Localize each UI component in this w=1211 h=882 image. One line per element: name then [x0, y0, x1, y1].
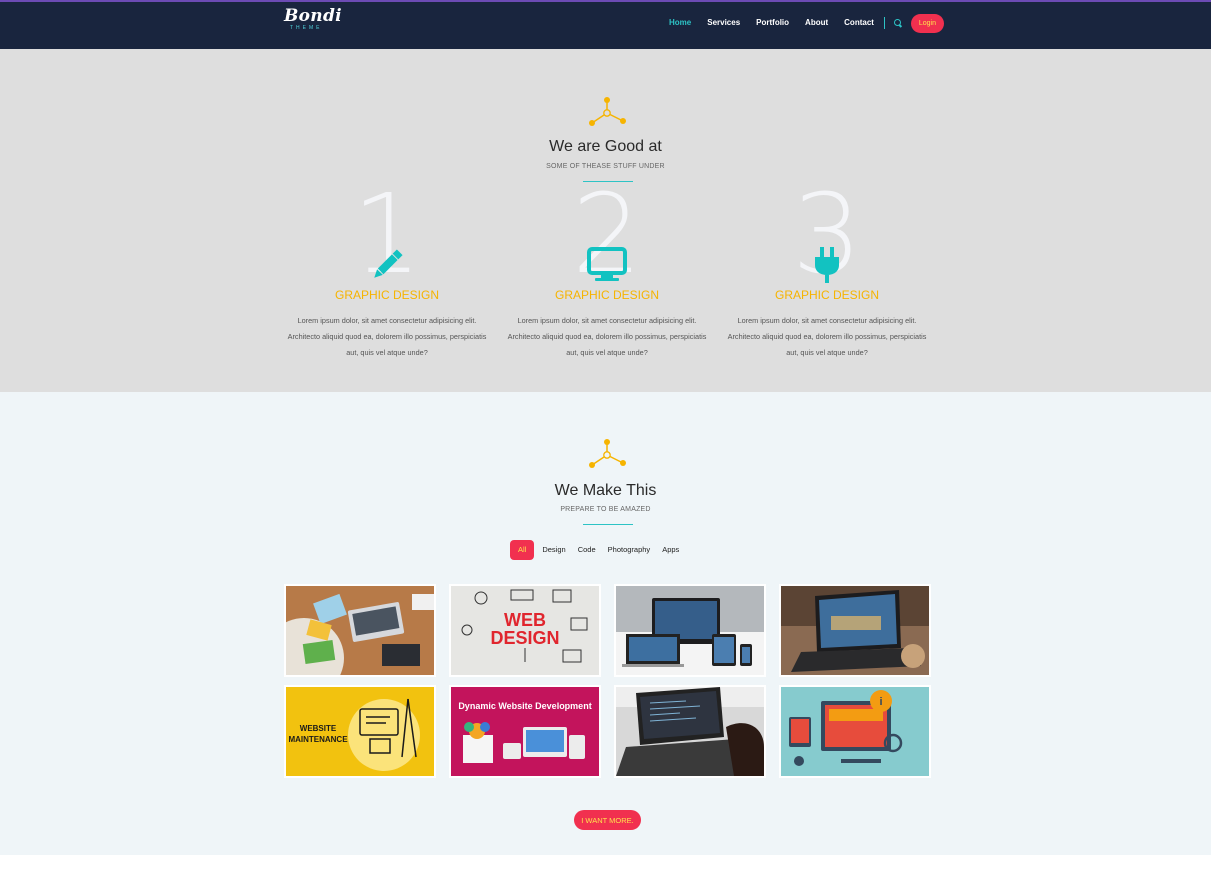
services-title: We are Good at — [549, 138, 662, 155]
monitor-icon — [587, 247, 627, 281]
portfolio-tile[interactable] — [284, 584, 436, 677]
web-design-image: WEB DESIGN — [451, 586, 599, 675]
dynamic-website-image: Dynamic Website Development — [451, 687, 599, 776]
portfolio-tile[interactable]: WEB DESIGN — [449, 584, 601, 677]
search-icon[interactable] — [893, 18, 903, 28]
portfolio-tile[interactable]: Dynamic Website Development — [449, 685, 601, 778]
service-title: GRAPHIC DESIGN — [774, 288, 879, 302]
portfolio-tile[interactable]: i — [779, 685, 931, 778]
nav-item-portfolio[interactable]: Portfolio — [756, 16, 789, 30]
services-subtitle: SOME OF THEASE STUFF UNDER — [546, 163, 665, 170]
service-description: Lorem ipsum dolor, sit amet consectetur … — [287, 316, 487, 357]
filter-all[interactable]: All — [510, 540, 535, 560]
nav-item-about[interactable]: About — [805, 16, 828, 30]
portfolio-tile[interactable] — [779, 584, 931, 677]
title-underline — [583, 524, 633, 525]
service-title: GRAPHIC DESIGN — [554, 288, 659, 302]
portfolio-tile[interactable]: WEBSITE MAINTENANCE — [284, 685, 436, 778]
top-navbar: Bondi THEME Home Services Portfolio Abou… — [0, 0, 1211, 49]
service-description: Lorem ipsum dolor, sit amet consectetur … — [727, 316, 927, 357]
pencil-icon — [374, 249, 403, 278]
coding-laptop-image — [616, 687, 764, 776]
svg-text:WEBSITE: WEBSITE — [300, 724, 337, 733]
portfolio-filters: All Design Code Photography Apps — [510, 540, 691, 560]
plug-icon — [815, 247, 839, 283]
brand-logo[interactable]: Bondi THEME — [284, 7, 342, 31]
services-section: We are Good at SOME OF THEASE STUFF UNDE… — [0, 49, 1211, 392]
portfolio-tile[interactable] — [614, 584, 766, 677]
service-description: Lorem ipsum dolor, sit amet consectetur … — [507, 316, 707, 357]
svg-text:Dynamic Website Development: Dynamic Website Development — [458, 701, 591, 711]
nav-item-contact[interactable]: Contact — [844, 16, 874, 30]
web-illustration-image: i — [781, 687, 929, 776]
svg-text:MAINTENANCE: MAINTENANCE — [288, 735, 348, 744]
service-title: GRAPHIC DESIGN — [334, 288, 439, 302]
nav-item-home[interactable]: Home — [669, 16, 691, 30]
svg-text:i: i — [879, 696, 882, 708]
filter-photography[interactable]: Photography — [608, 540, 651, 560]
svg-text:DESIGN: DESIGN — [490, 628, 559, 648]
portfolio-section: We Make This PREPARE TO BE AMAZED All De… — [0, 392, 1211, 855]
login-button[interactable]: Login — [910, 13, 944, 33]
molecule-icon — [589, 439, 626, 468]
responsive-devices-image — [616, 586, 764, 675]
portfolio-title: We Make This — [554, 482, 657, 499]
main-nav: Home Services Portfolio About Contact Lo… — [669, 13, 944, 33]
molecule-icon — [589, 97, 626, 126]
laptop-cafe-image — [781, 586, 929, 675]
load-more-button[interactable]: I WANT MORE. — [574, 810, 641, 830]
brand-name: Bondi — [284, 6, 342, 26]
filter-design[interactable]: Design — [542, 540, 565, 560]
website-maintenance-image: WEBSITE MAINTENANCE — [286, 687, 434, 776]
desk-workspace-image — [286, 586, 434, 675]
nav-item-services[interactable]: Services — [707, 16, 740, 30]
filter-code[interactable]: Code — [578, 540, 596, 560]
portfolio-subtitle: PREPARE TO BE AMAZED — [560, 506, 651, 513]
filter-apps[interactable]: Apps — [662, 540, 679, 560]
svg-text:WEB: WEB — [504, 610, 546, 630]
portfolio-tile[interactable] — [614, 685, 766, 778]
nav-divider — [883, 17, 885, 29]
